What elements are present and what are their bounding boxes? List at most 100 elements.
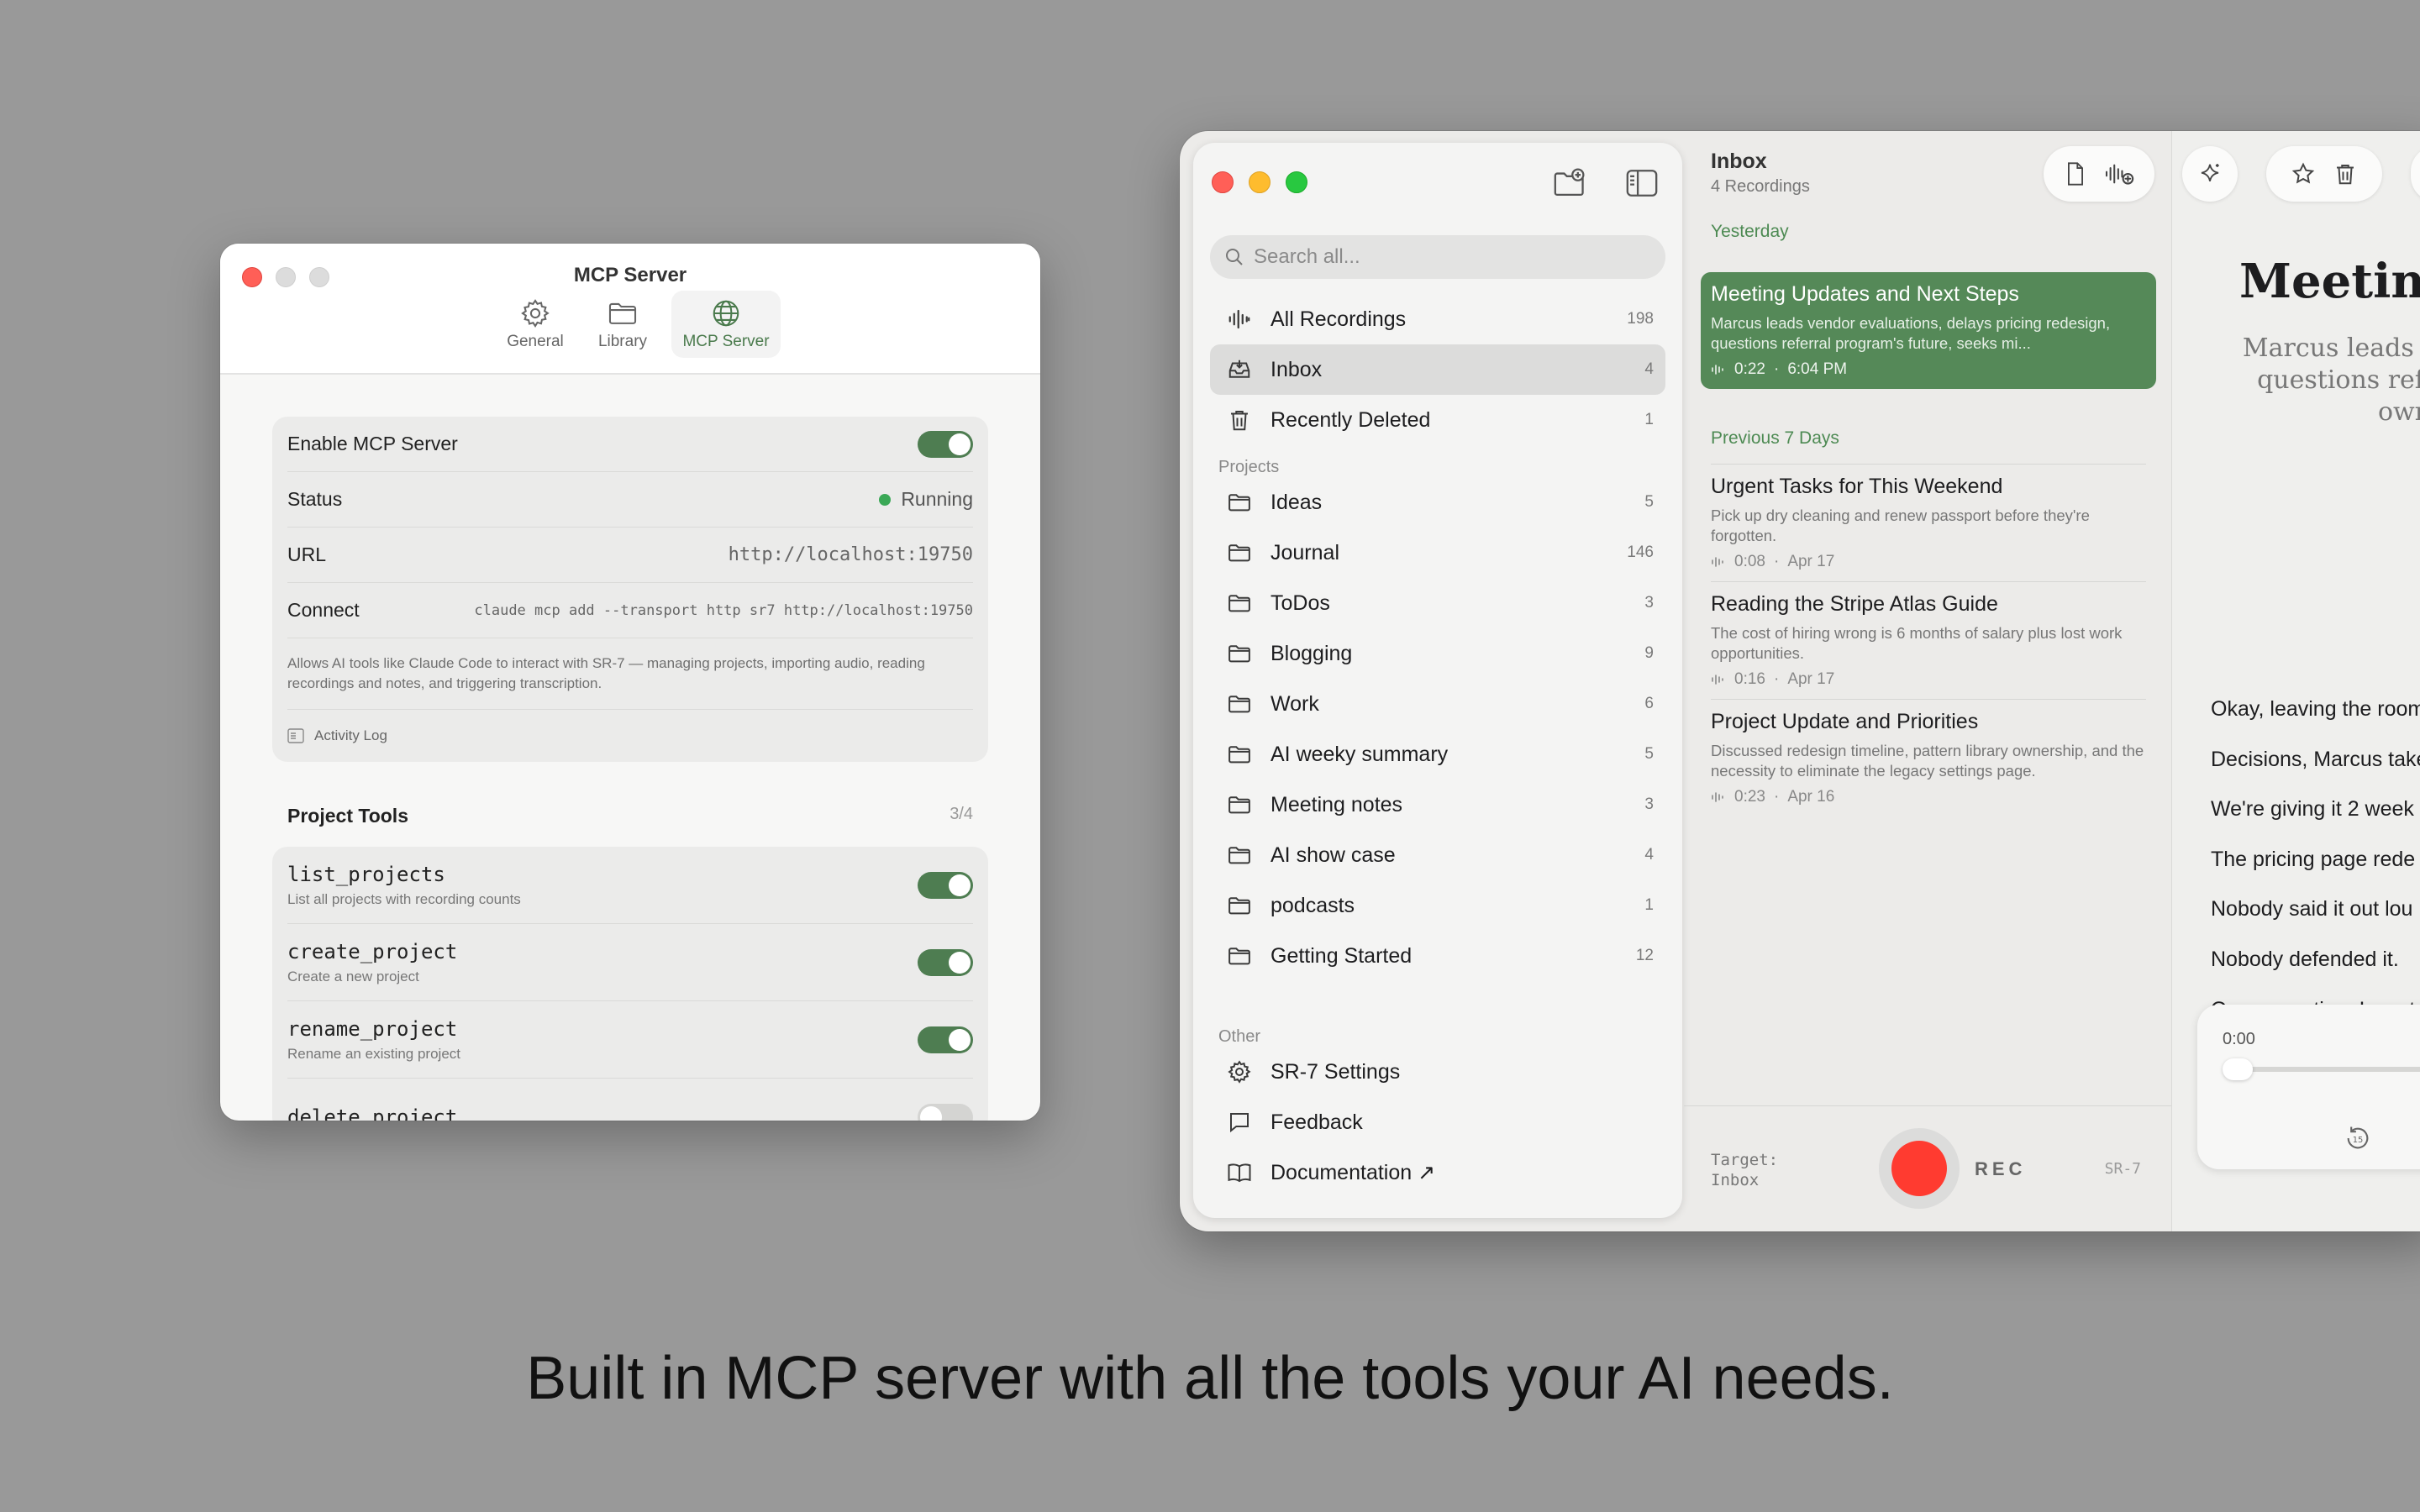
- detail-pane: Meeting Marcus leads ve questions refer …: [2171, 131, 2420, 1231]
- project-tools-card: list_projects List all projects with reco…: [272, 847, 988, 1121]
- sidebar-item-label: ToDos: [1270, 591, 1330, 615]
- tool-toggle[interactable]: [918, 1104, 973, 1121]
- folder-icon: [1228, 696, 1250, 713]
- recording-summary: Pick up dry cleaning and renew passport …: [1711, 507, 2090, 544]
- book-icon: [1228, 1163, 1251, 1183]
- marketing-caption: Built in MCP server with all the tools y…: [526, 1345, 1894, 1412]
- search-input[interactable]: Search all...: [1210, 235, 1665, 279]
- activity-log-button[interactable]: Activity Log: [287, 710, 973, 762]
- sidebar-item-project[interactable]: Getting Started 12: [1210, 931, 1665, 981]
- connect-row: Connect claude mcp add --transport http …: [287, 583, 973, 638]
- recording-title: Project Update and Priorities: [1711, 710, 1979, 733]
- sidebar-item-label: Feedback: [1270, 1110, 1363, 1134]
- playback-track[interactable]: [2231, 1067, 2420, 1072]
- sidebar-item-label: SR-7 Settings: [1270, 1059, 1401, 1084]
- sidebar-item-project[interactable]: ToDos 3: [1210, 578, 1665, 628]
- playback-scrubber[interactable]: [2223, 1058, 2253, 1080]
- tab-label: Library: [597, 333, 648, 350]
- sidebar-item-all-recordings[interactable]: All Recordings 198: [1210, 294, 1665, 344]
- recordings-list-pane: Inbox 4 Recordings Yesterday Meeting Upd…: [1684, 131, 2171, 1231]
- list-title: Inbox: [1711, 150, 1767, 173]
- record-button[interactable]: [1879, 1128, 1960, 1209]
- log-icon: [287, 728, 304, 743]
- sidebar-item-project[interactable]: AI weeky summary 5: [1210, 729, 1665, 780]
- sidebar-item-label: podcasts: [1270, 893, 1355, 917]
- tool-toggle[interactable]: [918, 871, 973, 899]
- sidebar-item-settings[interactable]: SR-7 Settings: [1210, 1047, 1665, 1097]
- recording-item-selected[interactable]: Meeting Updates and Next Steps Marcus le…: [1701, 272, 2156, 389]
- folder-icon: [1228, 897, 1250, 915]
- sidebar-item-label: AI weeky summary: [1270, 742, 1449, 766]
- sidebar-item-project[interactable]: podcasts 1: [1210, 880, 1665, 931]
- waveform-icon: [1228, 309, 1250, 329]
- zoom-button[interactable]: [1286, 171, 1307, 193]
- transcript-line: We're giving it 2 week: [2211, 797, 2414, 822]
- sidebar-item-inbox[interactable]: Inbox 4: [1210, 344, 1665, 395]
- document-icon[interactable]: [2064, 161, 2087, 186]
- enable-mcp-toggle[interactable]: [918, 430, 973, 458]
- sidebar-item-project[interactable]: Blogging 9: [1210, 628, 1665, 679]
- new-folder-icon[interactable]: [1553, 168, 1586, 198]
- summary-line: Marcus leads ve: [2242, 333, 2420, 363]
- recording-date: Apr 16: [1787, 788, 1835, 806]
- recording-item[interactable]: Project Update and Priorities Discussed r…: [1711, 699, 2146, 806]
- audio-player: 0:00 15: [2197, 1005, 2420, 1169]
- yesterday-header: Yesterday: [1711, 222, 1789, 241]
- tab-general[interactable]: General: [497, 291, 574, 358]
- add-audio-icon[interactable]: [2104, 161, 2134, 186]
- waveform-icon: [1712, 792, 1723, 802]
- star-icon[interactable]: [2291, 161, 2316, 186]
- sidebar-item-project[interactable]: Work 6: [1210, 679, 1665, 729]
- svg-text:15: 15: [2353, 1136, 2364, 1145]
- more-button[interactable]: [2411, 146, 2420, 202]
- waveform-icon: [1712, 675, 1723, 685]
- tool-name: create_project: [287, 939, 458, 963]
- recording-date: Apr 17: [1787, 553, 1835, 570]
- recording-date: 6:04 PM: [1787, 360, 1848, 378]
- gear-icon: [521, 299, 550, 328]
- sidebar-item-recently-deleted[interactable]: Recently Deleted 1: [1210, 395, 1665, 445]
- skip-back-15-icon[interactable]: 15: [2344, 1124, 2372, 1152]
- tool-toggle[interactable]: [918, 948, 973, 976]
- recording-duration: 0:08: [1734, 553, 1765, 570]
- ai-button[interactable]: [2182, 146, 2238, 202]
- sidebar-item-label: Journal: [1270, 540, 1339, 564]
- sidebar-item-project[interactable]: Ideas 5: [1210, 477, 1665, 528]
- tab-library[interactable]: Library: [584, 291, 661, 358]
- summary-line: own: [2377, 397, 2420, 427]
- status-label: Status: [287, 488, 343, 510]
- trash-icon[interactable]: [2333, 161, 2358, 186]
- recording-item[interactable]: Urgent Tasks for This Weekend Pick up dry…: [1711, 464, 2146, 571]
- url-row: URL http://localhost:19750: [287, 528, 973, 583]
- transcript-line: Decisions, Marcus take: [2211, 747, 2420, 771]
- connect-command[interactable]: claude mcp add --transport http sr7 http…: [474, 602, 973, 619]
- sidebar-item-feedback[interactable]: Feedback: [1210, 1097, 1665, 1147]
- sidebar-item-project[interactable]: AI show case 4: [1210, 830, 1665, 880]
- tab-label: General: [507, 333, 564, 350]
- server-settings-card: Enable MCP Server Status Running URL htt…: [272, 417, 988, 762]
- sidebar-toggle-icon[interactable]: [1625, 168, 1659, 198]
- recording-meta: 0:08 · Apr 17: [1711, 553, 2146, 571]
- activity-log-label: Activity Log: [314, 727, 387, 743]
- projects-nav: Projects Ideas 5 Journal 146 ToDos 3 Blogging 9…: [1210, 444, 1665, 981]
- close-button[interactable]: [1212, 171, 1234, 193]
- sidebar-item-documentation[interactable]: Documentation ↗: [1210, 1147, 1665, 1198]
- tab-mcp-server[interactable]: MCP Server: [671, 291, 781, 358]
- folder-icon: [608, 302, 637, 324]
- sidebar-item-project[interactable]: Meeting notes 3: [1210, 780, 1665, 830]
- recording-item[interactable]: Reading the Stripe Atlas Guide The cost o…: [1711, 581, 2146, 689]
- status-row: Status Running: [287, 472, 973, 528]
- sidebar-item-project[interactable]: Journal 146: [1210, 528, 1665, 578]
- meta-separator: ·: [1773, 360, 1780, 378]
- recording-detail-summary: Marcus leads ve questions refer own: [2233, 333, 2420, 428]
- enable-row: Enable MCP Server: [287, 417, 973, 472]
- window-title: MCP Server: [573, 264, 687, 286]
- minimize-button[interactable]: [1249, 171, 1270, 193]
- status-text: Running: [901, 488, 973, 510]
- tool-toggle[interactable]: [918, 1026, 973, 1053]
- projects-header: Projects: [1218, 458, 1280, 476]
- recording-date: Apr 17: [1787, 670, 1835, 688]
- enable-label: Enable MCP Server: [287, 433, 458, 454]
- url-value[interactable]: http://localhost:19750: [729, 544, 973, 565]
- search-icon: [1226, 249, 1243, 265]
